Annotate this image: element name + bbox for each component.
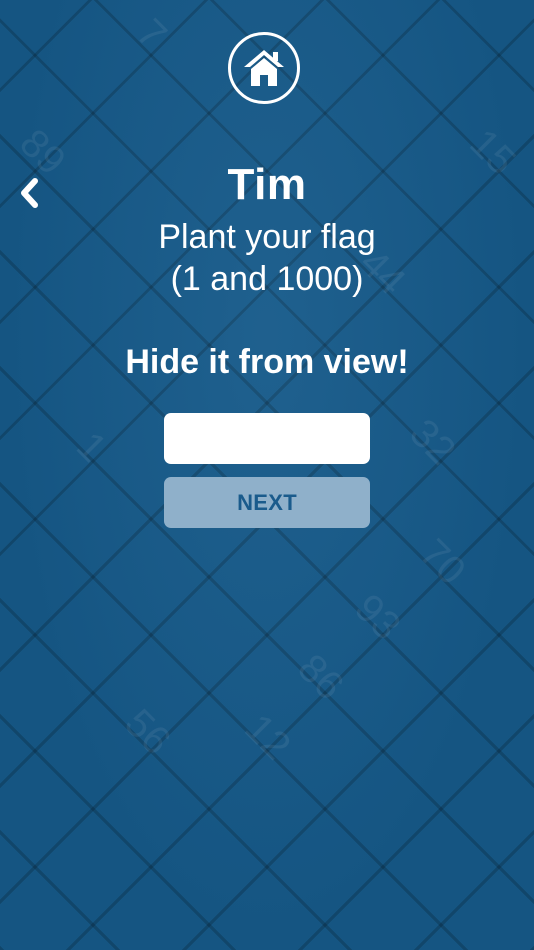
home-icon <box>244 50 284 86</box>
background-number: 56 <box>116 700 179 764</box>
background-shade <box>0 0 534 950</box>
home-button[interactable] <box>228 32 300 104</box>
background-number: 70 <box>411 530 474 594</box>
instruction-text: Plant your flag (1 and 1000) <box>0 216 534 300</box>
next-button[interactable]: NEXT <box>164 477 370 528</box>
background-number: 7 <box>128 10 175 58</box>
background-number: 86 <box>289 645 352 709</box>
instruction-line: Plant your flag <box>158 218 376 256</box>
background-number: 93 <box>346 585 409 649</box>
secret-number-input[interactable] <box>164 413 370 464</box>
background-number: 12 <box>236 705 299 769</box>
background-number: 1 <box>68 423 115 471</box>
background-pattern <box>0 0 534 950</box>
hint-text: Hide it from view! <box>125 343 409 381</box>
player-name: Tim <box>227 160 307 209</box>
background-number: 32 <box>401 410 464 474</box>
instruction-range: (1 and 1000) <box>170 260 364 298</box>
